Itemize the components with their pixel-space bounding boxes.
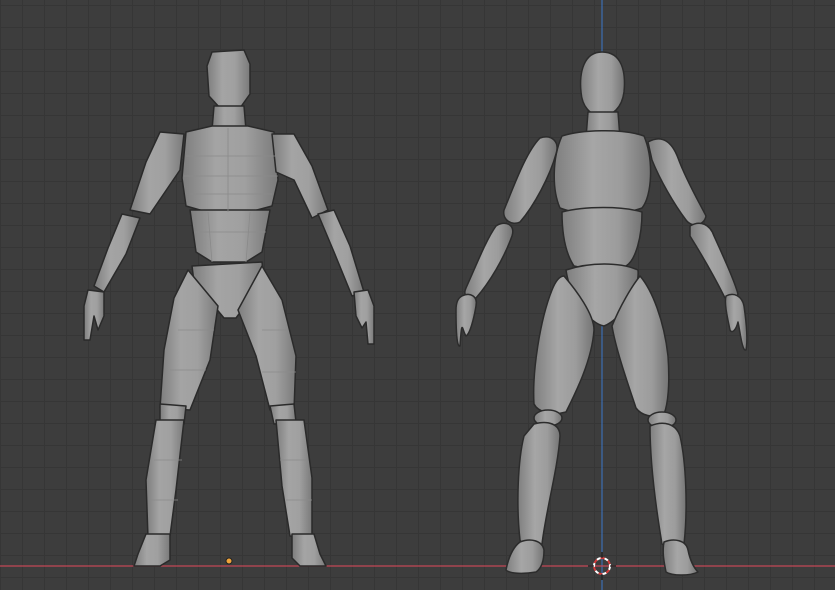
sm-right-forearm — [689, 222, 739, 301]
sm-belly — [561, 206, 643, 270]
3d-viewport[interactable] — [0, 0, 835, 590]
sm-left-shin — [517, 421, 561, 547]
lp-right-shin — [275, 419, 313, 539]
lp-left-shin — [145, 419, 185, 539]
lp-left-hand — [83, 289, 105, 341]
sm-right-foot — [662, 539, 699, 576]
lp-right-forearm — [317, 209, 365, 297]
lp-right-foot — [291, 533, 327, 567]
sm-head — [579, 51, 626, 117]
lp-head — [206, 49, 251, 109]
sm-right-upper-arm — [647, 138, 707, 226]
lp-right-upper-arm — [271, 133, 329, 219]
sm-left-hand — [455, 293, 478, 347]
object-origin-icon[interactable] — [225, 557, 233, 565]
sm-right-hand — [724, 293, 748, 351]
lp-right-hand — [353, 289, 375, 345]
sm-left-forearm — [464, 222, 514, 300]
smooth-mannequin[interactable] — [455, 51, 748, 576]
lp-left-foot — [133, 533, 171, 567]
lp-chest — [181, 125, 279, 215]
lp-belly — [189, 209, 271, 263]
sm-chest — [553, 130, 652, 215]
lp-left-forearm — [93, 213, 141, 293]
low-poly-mannequin[interactable] — [83, 49, 375, 567]
sm-left-foot — [505, 539, 545, 575]
viewport-canvas[interactable] — [0, 0, 835, 590]
lp-left-upper-arm — [129, 131, 185, 215]
sm-right-shin — [649, 422, 687, 548]
sm-left-upper-arm — [503, 136, 558, 224]
